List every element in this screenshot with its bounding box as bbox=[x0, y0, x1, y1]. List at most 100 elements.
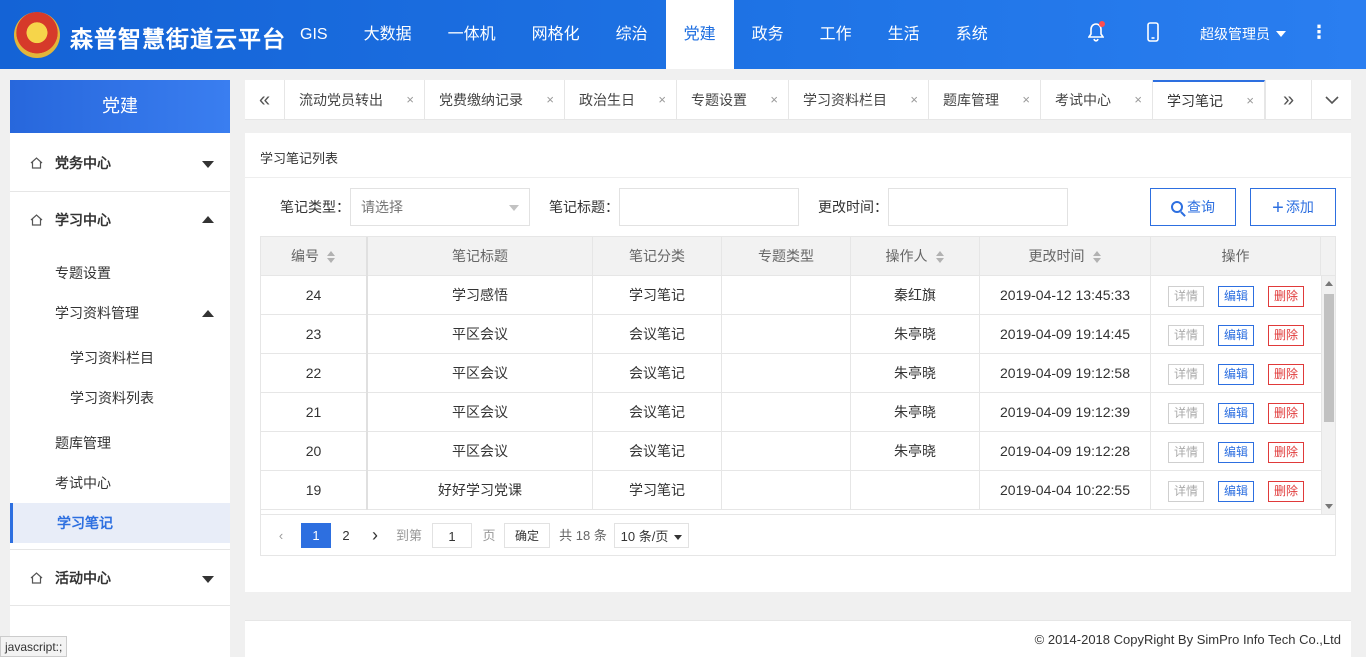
table-header: 编号 笔记标题 笔记分类 专题类型 操作人 更改时间 操作 bbox=[261, 237, 1335, 276]
detail-button[interactable]: 详情 bbox=[1168, 403, 1204, 424]
delete-button[interactable]: 删除 bbox=[1268, 481, 1304, 502]
nav-party[interactable]: 党建 bbox=[665, 0, 734, 69]
page-2[interactable]: 2 bbox=[333, 523, 359, 548]
caret-down-icon bbox=[1276, 31, 1286, 37]
sidebar-group-activity-center[interactable]: 活动中心 bbox=[10, 549, 230, 606]
sidebar-item-exam-center[interactable]: 考试中心 bbox=[10, 463, 230, 503]
pagination-bar: ‹ 1 2 › 到第 1 页 确定 共 18 条 10 条/页 bbox=[260, 515, 1336, 556]
sidebar-item-topic-settings[interactable]: 专题设置 bbox=[10, 253, 230, 293]
nav-all-in-one[interactable]: 一体机 bbox=[430, 0, 514, 69]
next-page-icon[interactable]: › bbox=[367, 523, 383, 548]
edit-button[interactable]: 编辑 bbox=[1218, 481, 1254, 502]
detail-button[interactable]: 详情 bbox=[1168, 286, 1204, 307]
cell-category: 学习笔记 bbox=[593, 471, 722, 510]
close-icon[interactable]: × bbox=[1134, 80, 1142, 120]
user-menu[interactable]: 超级管理员 bbox=[1200, 24, 1286, 44]
sidebar-item-study-notes[interactable]: 学习笔记 bbox=[10, 503, 230, 543]
tab-floating-member-out[interactable]: 流动党员转出 × bbox=[285, 80, 425, 120]
goto-confirm-button[interactable]: 确定 bbox=[504, 523, 550, 548]
col-time-header[interactable]: 更改时间 bbox=[980, 237, 1151, 276]
nav-grid[interactable]: 网格化 bbox=[514, 0, 598, 69]
note-type-select[interactable]: 请选择 bbox=[350, 188, 530, 226]
tab-label: 学习笔记 bbox=[1167, 93, 1223, 109]
edit-button[interactable]: 编辑 bbox=[1218, 325, 1254, 346]
scroll-down-icon[interactable] bbox=[1325, 504, 1333, 509]
table-scrollbar[interactable] bbox=[1321, 276, 1335, 514]
close-icon[interactable]: × bbox=[406, 80, 414, 120]
col-title-header: 笔记标题 bbox=[368, 237, 593, 276]
tab-question-bank[interactable]: 题库管理 × bbox=[929, 80, 1041, 120]
note-title-input[interactable] bbox=[619, 188, 799, 226]
prev-page-icon[interactable]: ‹ bbox=[273, 523, 289, 548]
sidebar-group-party-center[interactable]: 党务中心 bbox=[10, 135, 230, 192]
sidebar-item-material-list[interactable]: 学习资料列表 bbox=[10, 378, 230, 418]
close-icon[interactable]: × bbox=[1022, 80, 1030, 120]
tab-study-notes[interactable]: 学习笔记 × bbox=[1153, 80, 1265, 120]
detail-button[interactable]: 详情 bbox=[1168, 364, 1204, 385]
page-unit-label: 页 bbox=[482, 528, 496, 543]
scrollbar-thumb[interactable] bbox=[1324, 294, 1334, 422]
cell-title: 平区会议 bbox=[368, 393, 593, 432]
page-size-select[interactable]: 10 条/页 bbox=[614, 523, 689, 548]
sidebar-item-question-bank[interactable]: 题库管理 bbox=[10, 423, 230, 463]
col-id-header[interactable]: 编号 bbox=[261, 237, 368, 276]
main-nav: GIS 大数据 一体机 网格化 综治 党建 政务 工作 生活 系统 bbox=[282, 0, 1006, 69]
bell-icon[interactable] bbox=[1086, 21, 1106, 44]
delete-button[interactable]: 删除 bbox=[1268, 286, 1304, 307]
cell-title: 好好学习党课 bbox=[368, 471, 593, 510]
edit-button[interactable]: 编辑 bbox=[1218, 442, 1254, 463]
cell-id: 24 bbox=[261, 276, 368, 315]
tabs-scroll-right-icon[interactable]: » bbox=[1265, 80, 1311, 120]
tab-material-column[interactable]: 学习资料栏目 × bbox=[789, 80, 929, 120]
brand-title: 森普智慧街道云平台 bbox=[70, 26, 286, 52]
cell-topic bbox=[722, 315, 851, 354]
page-1[interactable]: 1 bbox=[301, 523, 331, 548]
edit-button[interactable]: 编辑 bbox=[1218, 403, 1254, 424]
cell-topic bbox=[722, 393, 851, 432]
detail-button[interactable]: 详情 bbox=[1168, 442, 1204, 463]
nav-system[interactable]: 系统 bbox=[938, 0, 1006, 69]
header-label: 更改时间 bbox=[1028, 248, 1085, 264]
delete-button[interactable]: 删除 bbox=[1268, 325, 1304, 346]
scroll-up-icon[interactable] bbox=[1325, 281, 1333, 286]
tabs-scroll-left-icon[interactable]: « bbox=[245, 80, 285, 120]
col-operator-header[interactable]: 操作人 bbox=[851, 237, 980, 276]
chevron-down-icon bbox=[509, 205, 519, 211]
nav-work[interactable]: 工作 bbox=[802, 0, 870, 69]
close-icon[interactable]: × bbox=[546, 80, 554, 120]
tab-political-birthday[interactable]: 政治生日 × bbox=[565, 80, 677, 120]
nav-bigdata[interactable]: 大数据 bbox=[346, 0, 430, 69]
detail-button[interactable]: 详情 bbox=[1168, 325, 1204, 346]
more-vertical-icon[interactable]: ⋮ bbox=[1310, 22, 1328, 43]
add-button[interactable]: + 添加 bbox=[1250, 188, 1336, 226]
delete-button[interactable]: 删除 bbox=[1268, 403, 1304, 424]
plus-icon: + bbox=[1272, 197, 1284, 219]
home-icon bbox=[30, 157, 43, 169]
total-count: 共 18 条 bbox=[559, 528, 607, 543]
nav-gis[interactable]: GIS bbox=[282, 0, 346, 69]
delete-button[interactable]: 删除 bbox=[1268, 364, 1304, 385]
cell-operator: 朱亭晓 bbox=[851, 315, 980, 354]
detail-button[interactable]: 详情 bbox=[1168, 481, 1204, 502]
close-icon[interactable]: × bbox=[658, 80, 666, 120]
delete-button[interactable]: 删除 bbox=[1268, 442, 1304, 463]
nav-affairs[interactable]: 政务 bbox=[734, 0, 802, 69]
sidebar-item-material-mgmt[interactable]: 学习资料管理 bbox=[10, 293, 230, 333]
change-time-input[interactable] bbox=[888, 188, 1068, 226]
close-icon[interactable]: × bbox=[770, 80, 778, 120]
query-button[interactable]: 查询 bbox=[1150, 188, 1236, 226]
tab-topic-settings[interactable]: 专题设置 × bbox=[677, 80, 789, 120]
tab-party-fee-records[interactable]: 党费缴纳记录 × bbox=[425, 80, 565, 120]
edit-button[interactable]: 编辑 bbox=[1218, 364, 1254, 385]
close-icon[interactable]: × bbox=[910, 80, 918, 120]
nav-governance[interactable]: 综治 bbox=[598, 0, 666, 69]
sidebar-group-study-center[interactable]: 学习中心 bbox=[10, 192, 230, 249]
tab-exam-center[interactable]: 考试中心 × bbox=[1041, 80, 1153, 120]
close-icon[interactable]: × bbox=[1246, 82, 1254, 120]
goto-page-input[interactable]: 1 bbox=[432, 523, 472, 548]
sidebar-item-material-column[interactable]: 学习资料栏目 bbox=[10, 338, 230, 378]
tabs-dropdown-icon[interactable] bbox=[1311, 80, 1351, 120]
edit-button[interactable]: 编辑 bbox=[1218, 286, 1254, 307]
mobile-icon[interactable] bbox=[1143, 22, 1163, 44]
nav-life[interactable]: 生活 bbox=[870, 0, 938, 69]
